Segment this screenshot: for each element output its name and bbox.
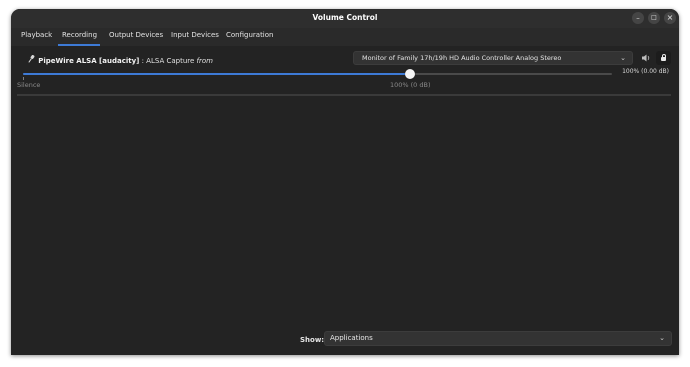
stream-from-label: from xyxy=(196,57,213,65)
volume-slider-fill xyxy=(23,73,410,75)
volume-slider[interactable] xyxy=(23,73,612,75)
tab-recording[interactable]: Recording xyxy=(62,31,97,39)
stream-title: PipeWire ALSA [audacity] : ALSA Capture … xyxy=(28,54,213,65)
tab-output-devices[interactable]: Output Devices xyxy=(109,31,163,39)
show-filter-value: Applications xyxy=(330,334,373,342)
window-title: Volume Control xyxy=(312,13,378,22)
minimize-button[interactable]: – xyxy=(632,12,644,24)
show-filter-dropdown[interactable]: Applications ⌄ xyxy=(324,331,672,346)
mute-button[interactable] xyxy=(639,51,653,65)
maximize-button[interactable]: □ xyxy=(648,12,660,24)
stream-capture-label: : ALSA Capture xyxy=(141,57,195,65)
stream-app-name: PipeWire ALSA [audacity] xyxy=(38,57,140,65)
show-label: Show: xyxy=(300,336,325,344)
scale-silence-label: Silence xyxy=(17,81,41,89)
volume-control-window: Volume Control – □ × Playback Recording … xyxy=(11,9,679,355)
title-bar[interactable]: Volume Control – □ × xyxy=(11,9,679,28)
chevron-down-icon: ⌄ xyxy=(620,54,626,62)
tab-input-devices[interactable]: Input Devices xyxy=(171,31,219,39)
close-button[interactable]: × xyxy=(664,12,676,24)
lock-channels-button[interactable] xyxy=(656,51,671,65)
volume-value: 100% (0.00 dB) xyxy=(622,68,669,75)
volume-slider-thumb[interactable] xyxy=(404,69,415,79)
scale-100-label: 100% (0 dB) xyxy=(390,81,431,89)
microphone-icon xyxy=(28,54,36,65)
tab-bar: Playback Recording Output Devices Input … xyxy=(11,28,679,45)
tab-configuration[interactable]: Configuration xyxy=(226,31,273,39)
source-device-value: Monitor of Family 17h/19h HD Audio Contr… xyxy=(362,54,562,62)
speaker-icon xyxy=(641,54,651,64)
source-device-dropdown[interactable]: Monitor of Family 17h/19h HD Audio Contr… xyxy=(353,51,633,65)
recording-stream-list: PipeWire ALSA [audacity] : ALSA Capture … xyxy=(11,46,679,355)
tab-playback[interactable]: Playback xyxy=(21,31,52,39)
silence-tick xyxy=(23,77,24,80)
stream-divider xyxy=(17,94,671,96)
chevron-down-icon: ⌄ xyxy=(659,334,665,342)
